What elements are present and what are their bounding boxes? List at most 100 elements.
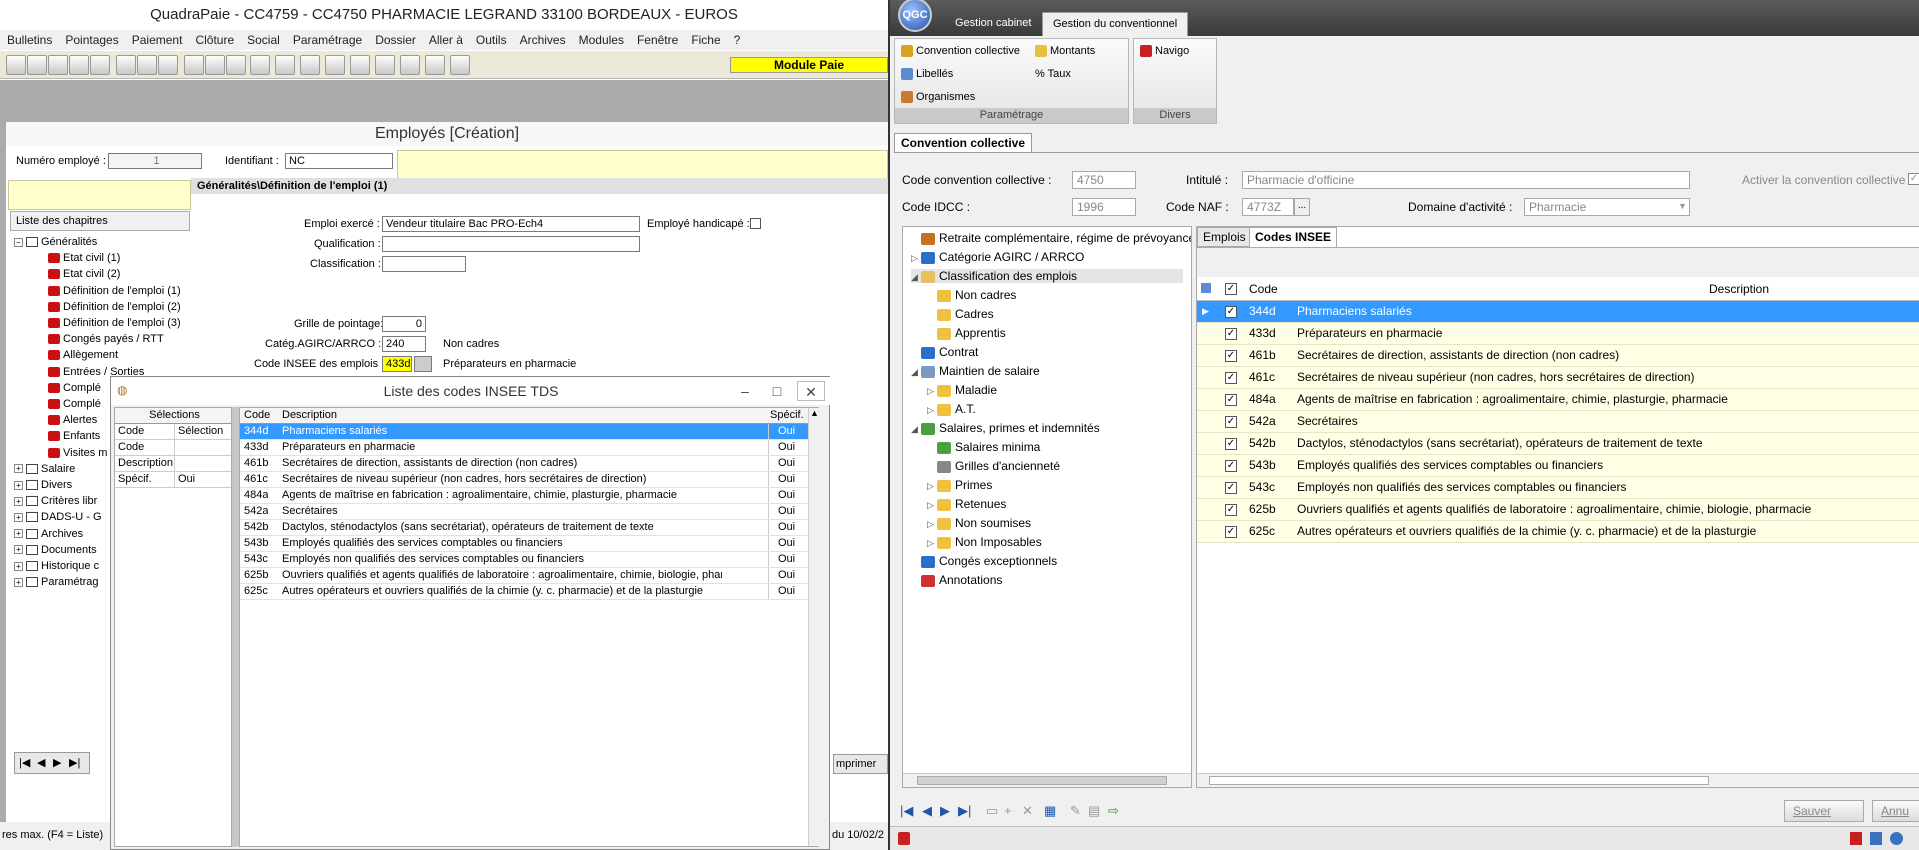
table-row[interactable]: ✓ 433d Préparateurs en pharmacie [1197,323,1919,345]
tab-gestion-cabinet[interactable]: Gestion cabinet [945,12,1041,36]
menu-item[interactable]: Paiement [125,30,189,47]
tree-item[interactable]: ▷ Retenues [927,497,1006,511]
chapter-item[interactable]: Complé [48,398,101,410]
row-checkbox[interactable]: ✓ [1225,438,1237,450]
table-row[interactable]: ✓ 484a Agents de maîtrise en fabrication :… [1197,389,1919,411]
toolbar-button[interactable] [158,55,178,75]
sel-row-value[interactable]: Oui [175,472,231,488]
tree-item[interactable]: Contrat [911,345,978,359]
montants-button[interactable]: Montants [1035,45,1095,58]
expand-icon[interactable]: + [14,464,23,474]
chapter-item[interactable]: + Divers [14,479,72,491]
chapter-item[interactable]: + Paramétrag [14,576,98,588]
help-icon[interactable] [1890,832,1903,845]
prev-record-icon[interactable]: ◀ [37,756,45,769]
handicape-checkbox[interactable] [750,218,761,229]
table-row[interactable]: 433d Préparateurs en pharmacie Oui [240,440,808,456]
expand-icon[interactable]: + [14,496,23,506]
tree-item[interactable]: ▷ Maladie [927,383,997,397]
menu-item[interactable]: Archives [513,30,572,47]
expand-arrow-icon[interactable]: ▷ [927,519,937,530]
expand-icon[interactable]: − [14,237,23,247]
row-checkbox[interactable]: ✓ [1225,460,1237,472]
scroll-up-icon[interactable]: ▲ [810,408,819,418]
table-row[interactable]: ✓ 461b Secrétaires de direction, assistant… [1197,345,1919,367]
table-row[interactable]: ✓ 543b Employés qualifiés des services com… [1197,455,1919,477]
chapter-item[interactable]: Alertes [48,414,97,426]
toolbar-button[interactable] [137,55,157,75]
table-row[interactable]: 543b Employés qualifiés des services comp… [240,536,808,552]
expand-arrow-icon[interactable]: ◢ [911,367,921,378]
lock-icon[interactable] [898,832,910,845]
expand-arrow-icon[interactable]: ◢ [911,424,921,435]
row-checkbox[interactable]: ✓ [1225,504,1237,516]
chapter-item[interactable]: Définition de l'emploi (1) [48,285,181,297]
tree-item[interactable]: Grilles d'ancienneté [927,459,1060,473]
chapter-item[interactable]: Enfants [48,430,100,442]
table-row[interactable]: 461c Secrétaires de niveau supérieur (non… [240,472,808,488]
edit-icon[interactable]: ▤ [1088,803,1100,819]
row-checkbox[interactable]: ✓ [1225,394,1237,406]
image-icon[interactable] [1870,832,1882,845]
organismes-button[interactable]: Organismes [901,91,975,104]
row-checkbox[interactable]: ✓ [1225,328,1237,340]
tree-item[interactable]: ▷ Non soumises [927,516,1031,530]
add-icon[interactable]: + [1004,803,1012,818]
table-row[interactable]: ✓ 625b Ouvriers qualifiés et agents qualif… [1197,499,1919,521]
toolbar-button[interactable] [400,55,420,75]
insee-lookup-button[interactable] [414,356,432,372]
toolbar-button[interactable] [226,55,246,75]
table-row[interactable]: 543c Employés non qualifiés des services … [240,552,808,568]
toolbar-button[interactable] [325,55,345,75]
row-checkbox[interactable]: ✓ [1225,482,1237,494]
idcc-field[interactable]: 1996 [1072,198,1136,216]
codes-scrollbar[interactable]: ▲ [808,408,819,846]
tree-item[interactable]: Cadres [927,307,994,321]
menu-item[interactable]: Pointages [58,30,124,47]
menu-item[interactable]: Clôture [188,30,240,47]
row-checkbox[interactable]: ✓ [1225,372,1237,384]
menu-item[interactable]: Fenêtre [630,30,684,47]
tree-item[interactable]: ▷ A.T. [927,402,976,416]
convention-collective-button[interactable]: Convention collective [901,45,1020,58]
toolbar-button[interactable] [90,55,110,75]
tree-scroll-thumb[interactable] [917,776,1167,785]
sel-row-value[interactable] [175,456,231,472]
imprimer-button[interactable]: mprimer [833,754,888,774]
row-checkbox[interactable]: ✓ [1225,350,1237,362]
classification-field[interactable] [382,256,466,272]
next-icon[interactable]: ▶ [940,803,950,819]
tree-item[interactable]: Congés exceptionnels [911,554,1057,568]
row-checkbox[interactable]: ✓ [1225,416,1237,428]
toolbar-button[interactable] [27,55,47,75]
menu-item[interactable]: Paramétrage [286,30,368,47]
table-row[interactable]: ▶ ✓ 344d Pharmaciens salariés [1197,301,1919,323]
table-row[interactable]: 461b Secrétaires de direction, assistants… [240,456,808,472]
taux-button[interactable]: % Taux [1035,68,1071,80]
chapter-item[interactable]: + Archives [14,528,83,540]
next-record-icon[interactable]: ▶ [53,756,61,769]
chevron-down-icon[interactable]: ▼ [1678,201,1687,211]
expand-icon[interactable]: + [14,577,23,587]
tree-item-selected[interactable]: ◢ Classification des emplois [911,269,1183,283]
tools-icon[interactable]: ✎ [1070,803,1081,819]
chapter-item[interactable]: Visites m [48,447,107,459]
first-icon[interactable]: |◀ [900,803,913,819]
select-all-icon[interactable] [1201,283,1211,293]
toolbar-button[interactable] [350,55,370,75]
tree-item[interactable]: ◢ Maintien de salaire [911,364,1040,378]
tree-item[interactable]: ◢ Salaires, primes et indemnités [911,421,1100,435]
table-row[interactable]: ✓ 461c Secrétaires de niveau supérieur (no… [1197,367,1919,389]
menu-item[interactable]: Social [240,30,286,47]
header-checkbox[interactable]: ✓ [1225,283,1237,295]
delete-icon[interactable]: ✕ [1022,803,1033,819]
domaine-select[interactable]: Pharmacie [1524,198,1690,216]
splitter[interactable] [232,407,239,847]
expand-icon[interactable]: + [14,529,23,539]
naf-field[interactable]: 4773Z [1242,198,1294,216]
navigo-button[interactable]: Navigo [1140,45,1189,58]
menu-item[interactable]: Modules [572,30,630,47]
toolbar-button[interactable] [116,55,136,75]
chapter-item[interactable]: Définition de l'emploi (3) [48,317,181,329]
chapter-item[interactable]: Etat civil (2) [48,268,120,280]
